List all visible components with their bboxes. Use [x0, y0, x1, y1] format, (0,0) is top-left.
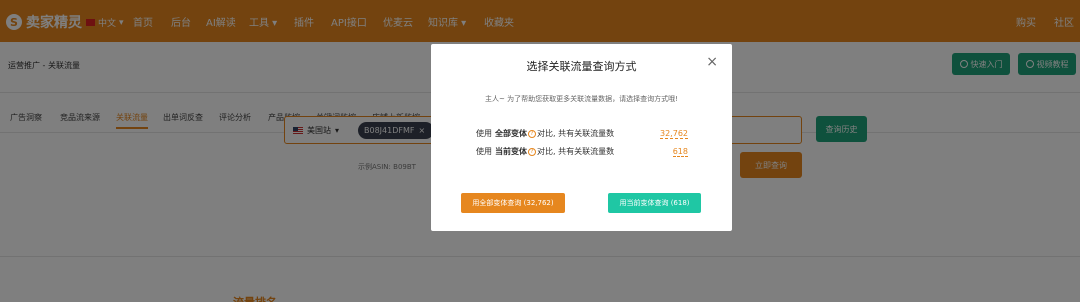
row-prefix: 使用: [476, 147, 492, 156]
close-icon[interactable]: ×: [706, 54, 718, 70]
info-icon[interactable]: ?: [528, 129, 536, 138]
dialog-description: 主人~ 为了帮助您获取更多关联流量数据，请选择查询方式哦!: [485, 95, 678, 103]
query-method-dialog: 选择关联流量查询方式 × 主人~ 为了帮助您获取更多关联流量数据，请选择查询方式…: [431, 44, 732, 231]
query-current-variant-button[interactable]: 用当前变体查询 (618): [608, 193, 701, 213]
current-variant-row: 使用 当前变体 ? 对比, 共有关联流量数 618: [476, 146, 688, 157]
info-icon[interactable]: ?: [528, 147, 536, 156]
current-variant-count: 618: [672, 146, 688, 157]
all-variants-row: 使用 全部变体 ? 对比, 共有关联流量数 32,762: [476, 128, 688, 139]
variant-label: 全部变体: [495, 129, 527, 138]
all-variants-count: 32,762: [660, 128, 688, 139]
dialog-title: 选择关联流量查询方式: [526, 60, 637, 73]
row-prefix: 使用: [476, 129, 492, 138]
row-suffix: 对比, 共有关联流量数: [537, 129, 615, 138]
query-all-variants-button[interactable]: 用全部变体查询 (32,762): [461, 193, 565, 213]
row-suffix: 对比, 共有关联流量数: [537, 147, 615, 156]
variant-label: 当前变体: [495, 147, 527, 156]
